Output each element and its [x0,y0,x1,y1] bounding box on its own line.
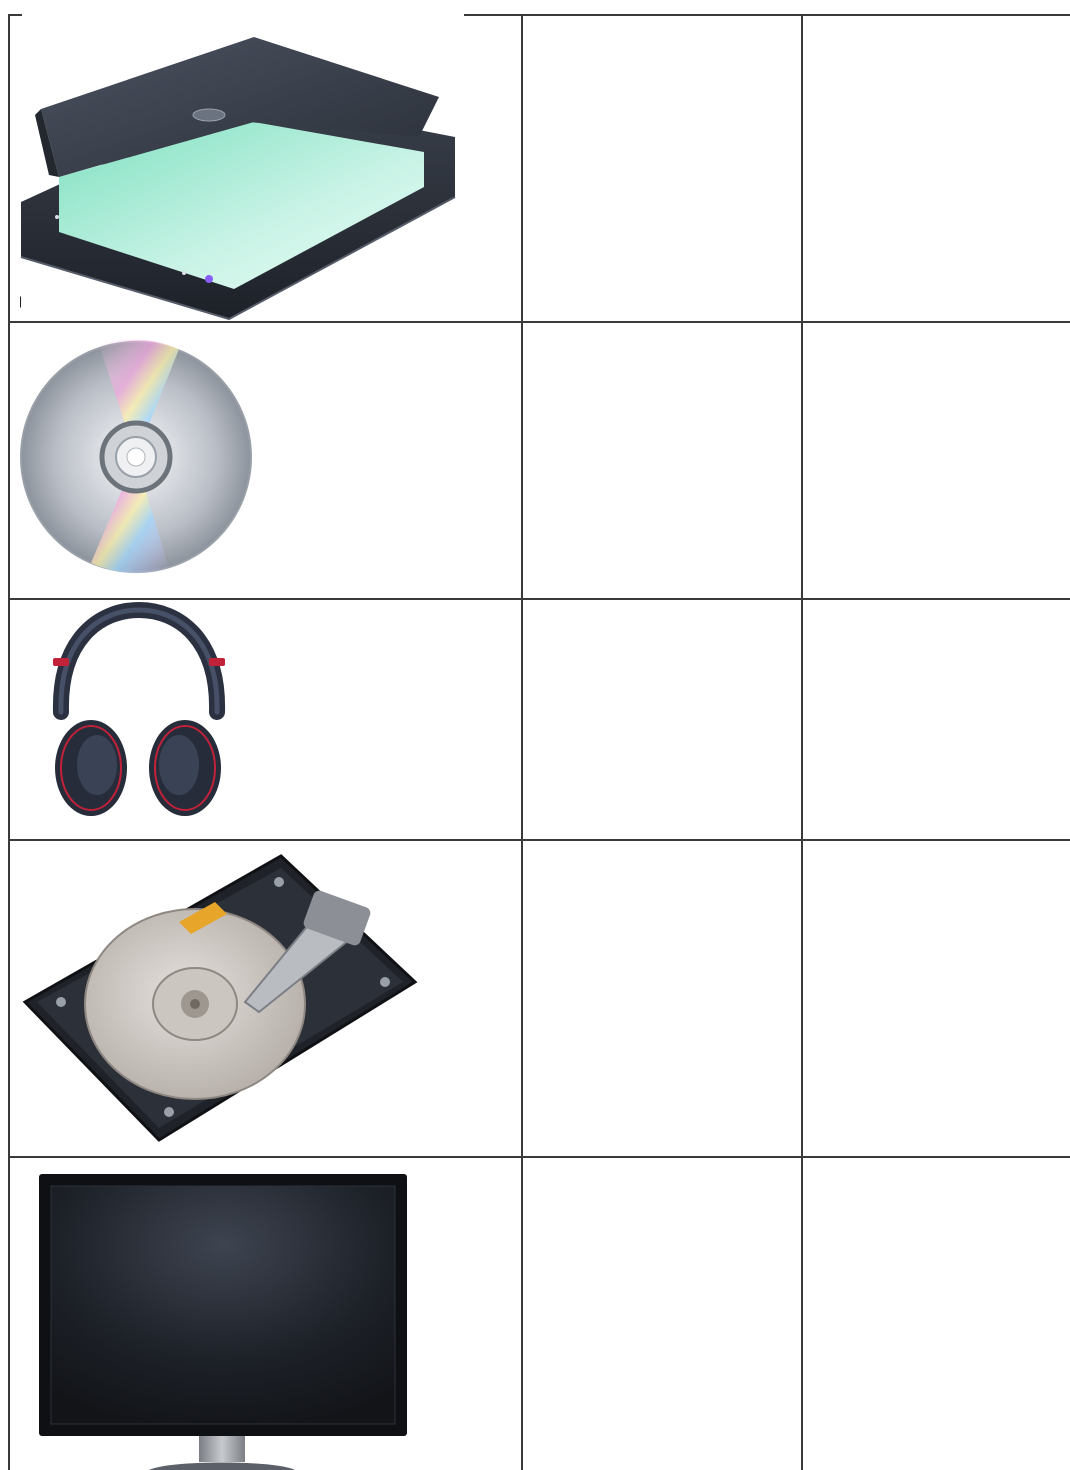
monitor-icon [39,1174,407,1470]
hard-drive-icon [22,854,418,1142]
scanner-image [19,27,463,320]
answer-cell-r4-c2[interactable] [523,841,801,1156]
disc-icon [20,339,252,574]
stray-mark: | [19,294,23,308]
answer-cell-r4-c3[interactable] [803,841,1070,1156]
disc-image [19,325,271,597]
answer-cell-r5-c2[interactable] [523,1158,801,1470]
answer-cell-r3-c3[interactable] [803,600,1070,839]
worksheet-table: | [0,0,1070,1470]
scanner-icon [20,37,456,320]
headphones-icon [52,601,226,816]
answer-cell-r2-c2[interactable] [523,323,801,598]
answer-cell-r2-c3[interactable] [803,323,1070,598]
answer-cell-r1-c3[interactable] [803,16,1070,321]
headphones-image [19,600,257,837]
hdd-image [19,842,421,1154]
answer-cell-r1-c2[interactable] [523,16,801,321]
answer-cell-r3-c2[interactable] [523,600,801,839]
table-top-border-short [8,14,22,16]
left-border [8,14,10,1470]
answer-cell-r5-c3[interactable] [803,1158,1070,1470]
monitor-image [19,1160,421,1470]
